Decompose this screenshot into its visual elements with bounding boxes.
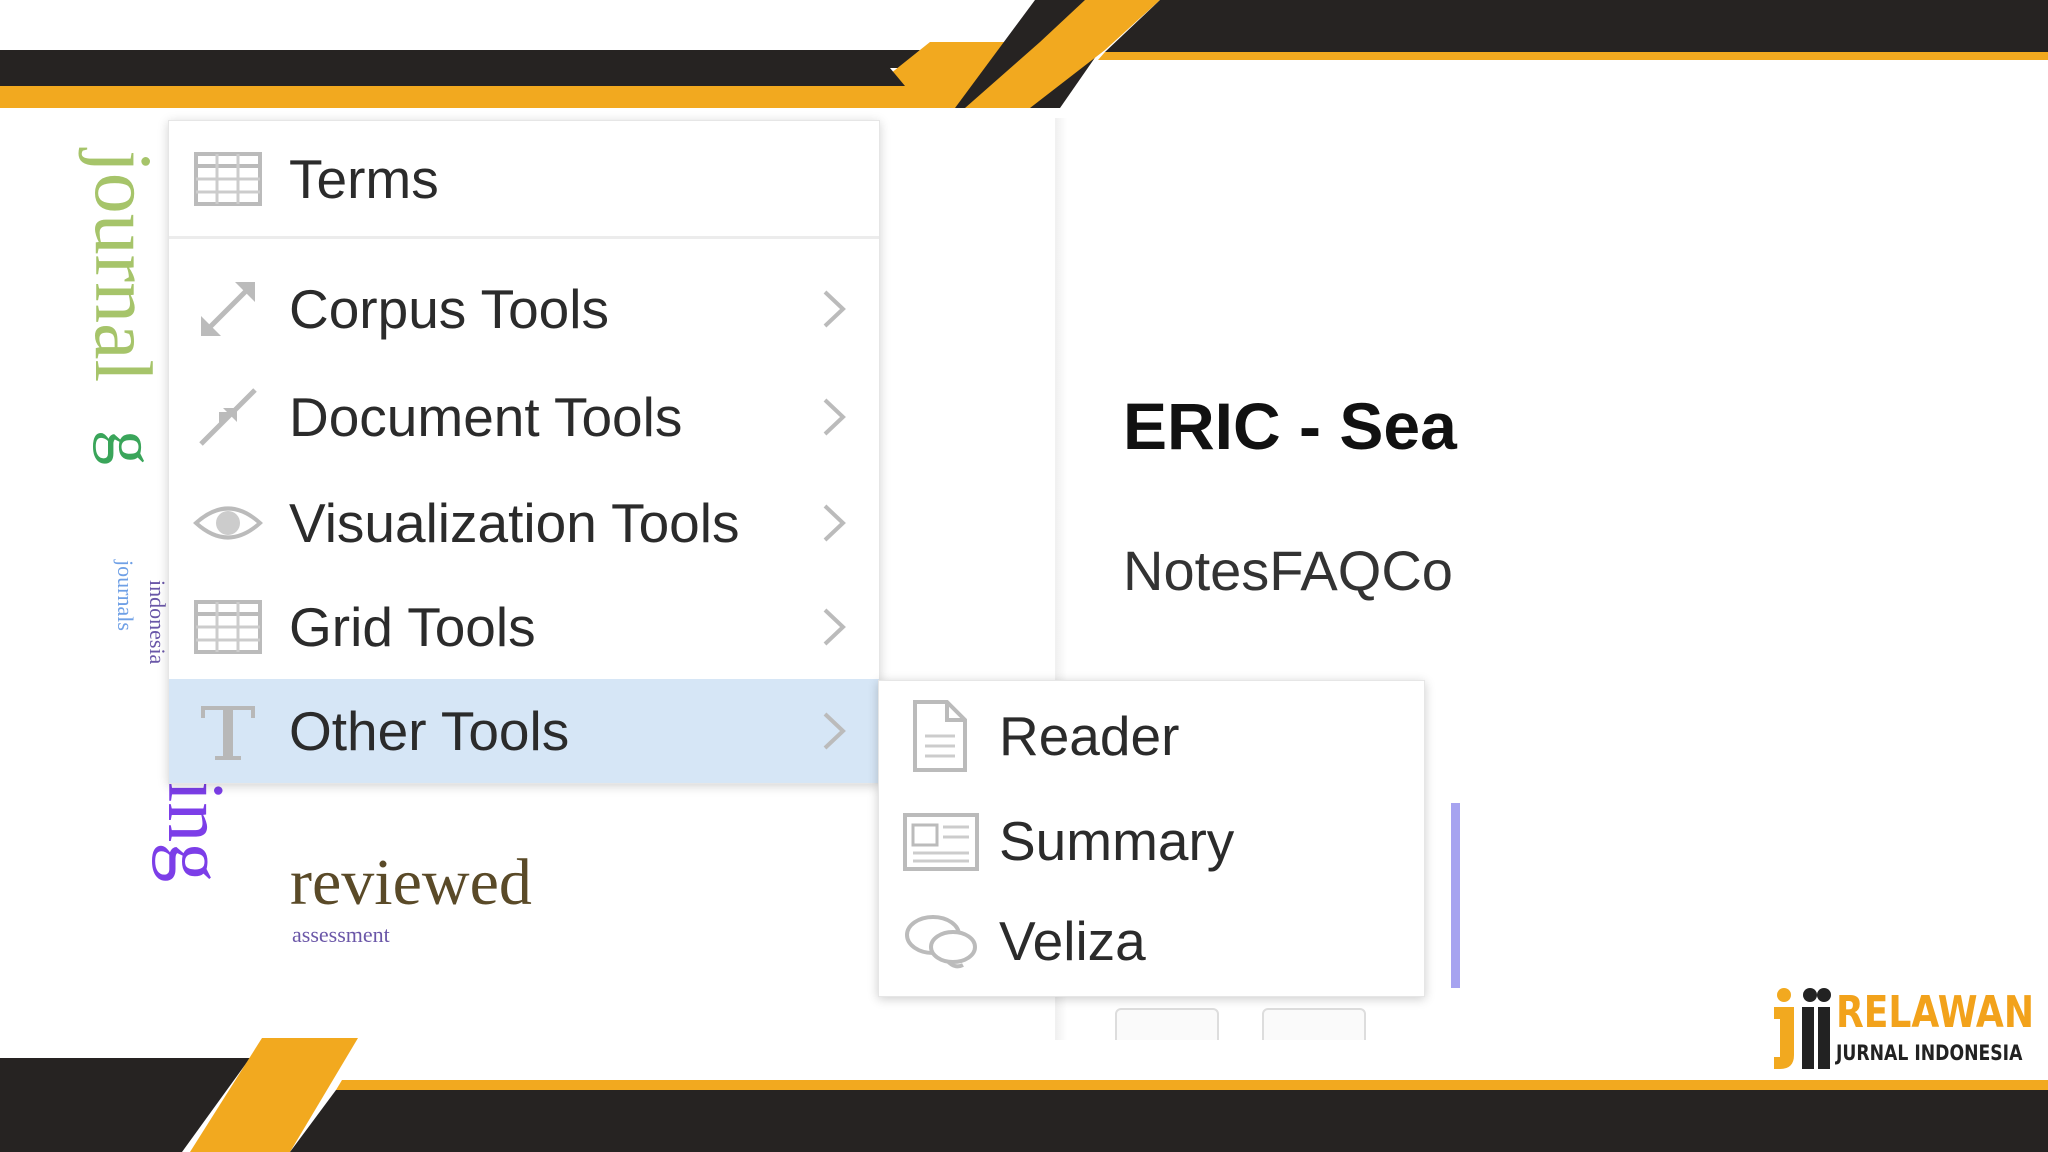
chevron-right-icon	[823, 608, 846, 646]
logo-mark-icon	[1774, 988, 1831, 1069]
logo-title: RELAWAN	[1836, 987, 2035, 1038]
menu-item-terms[interactable]: Terms	[169, 129, 879, 229]
document-icon	[913, 700, 967, 772]
submenu-item-veliza[interactable]: Veliza	[879, 891, 1424, 991]
document-links[interactable]: NotesFAQCo	[1123, 538, 1453, 603]
wordcloud-word-reviewed: reviewed	[290, 846, 532, 919]
menu-item-label: Document Tools	[289, 386, 683, 448]
document-title: ERIC - Sea	[1123, 389, 1457, 463]
wordcloud-word-small-2: journals	[113, 560, 138, 631]
compress-arrows-icon	[199, 388, 257, 446]
menu-item-document-tools[interactable]: Document Tools	[169, 367, 879, 467]
chat-bubbles-icon	[905, 915, 977, 969]
menu-item-label: Corpus Tools	[289, 278, 609, 340]
grid-icon	[194, 600, 262, 654]
eye-icon	[193, 506, 263, 540]
menu-item-label: Other Tools	[289, 700, 570, 762]
menu-item-grid-tools[interactable]: Grid Tools	[169, 577, 879, 677]
menu-item-corpus-tools[interactable]: Corpus Tools	[169, 259, 879, 359]
wordcloud-word-journal: journal	[78, 150, 169, 383]
submenu-item-label: Veliza	[999, 910, 1146, 972]
other-tools-submenu: Reader Summary Veliza	[878, 680, 1425, 997]
next-page-button[interactable]	[1262, 1008, 1366, 1040]
wordcloud-word-small-1: indonesia	[145, 580, 170, 665]
logo-subtitle: JURNAL INDONESIA	[1836, 1041, 2023, 1065]
menu-item-label: Terms	[289, 148, 439, 210]
wordcloud-word-green: g	[92, 430, 169, 465]
chevron-right-icon	[823, 504, 846, 542]
wordcloud-word-assessment: assessment	[292, 922, 390, 947]
submenu-item-summary[interactable]: Summary	[879, 791, 1424, 891]
expand-arrows-icon	[201, 282, 255, 336]
submenu-item-reader[interactable]: Reader	[879, 686, 1424, 786]
chevron-right-icon	[823, 290, 846, 328]
relawan-jurnal-indonesia-logo: RELAWAN JURNAL INDONESIA	[1770, 985, 2034, 1075]
chevron-right-icon	[823, 712, 846, 750]
submenu-item-label: Reader	[999, 705, 1180, 767]
menu-item-label: Grid Tools	[289, 596, 536, 658]
top-banner	[0, 0, 2048, 108]
text-t-icon	[201, 706, 255, 760]
menu-item-label: Visualization Tools	[289, 492, 740, 554]
grid-icon	[194, 152, 262, 206]
chevron-right-icon	[823, 398, 846, 436]
prev-page-button[interactable]	[1115, 1008, 1219, 1040]
menu-divider	[169, 236, 879, 239]
submenu-item-label: Summary	[999, 810, 1235, 872]
tools-menu: Terms Corpus Tools Document Tools Visual…	[168, 120, 880, 784]
wordcloud-word-ing: ing	[151, 780, 239, 883]
newspaper-icon	[903, 813, 979, 871]
scroll-indicator	[1451, 803, 1460, 988]
menu-item-visualization-tools[interactable]: Visualization Tools	[169, 473, 879, 573]
menu-item-other-tools[interactable]: Other Tools	[169, 679, 879, 783]
